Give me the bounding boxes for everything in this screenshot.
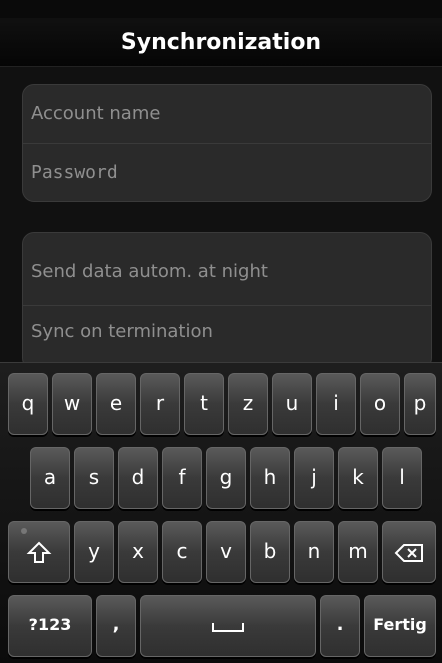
key-o[interactable]: o: [360, 373, 400, 435]
done-key[interactable]: Fertig: [364, 595, 436, 657]
key-f[interactable]: f: [162, 447, 202, 509]
sync-on-termination-option[interactable]: Sync on termination: [23, 303, 431, 361]
key-h[interactable]: h: [250, 447, 290, 509]
key-g[interactable]: g: [206, 447, 246, 509]
key-u[interactable]: u: [272, 373, 312, 435]
sync-screen: Synchronization Account name Password Se…: [0, 0, 442, 663]
status-strip: [0, 0, 442, 18]
key-t[interactable]: t: [184, 373, 224, 435]
backspace-icon: [394, 543, 424, 563]
key-b[interactable]: b: [250, 521, 290, 583]
key-e[interactable]: e: [96, 373, 136, 435]
key-r[interactable]: r: [140, 373, 180, 435]
shift-icon: [26, 540, 52, 566]
key-j[interactable]: j: [294, 447, 334, 509]
key-n[interactable]: n: [294, 521, 334, 583]
key-v[interactable]: v: [206, 521, 246, 583]
key-c[interactable]: c: [162, 521, 202, 583]
key-p[interactable]: p: [404, 373, 436, 435]
title-bar: Synchronization: [0, 0, 442, 67]
key-i[interactable]: i: [316, 373, 356, 435]
key-k[interactable]: k: [338, 447, 378, 509]
key-d[interactable]: d: [118, 447, 158, 509]
mode-switch-key[interactable]: ?123: [8, 595, 92, 657]
key-y[interactable]: y: [74, 521, 114, 583]
page-title: Synchronization: [120, 30, 322, 55]
key-s[interactable]: s: [74, 447, 114, 509]
key-a[interactable]: a: [30, 447, 70, 509]
key-x[interactable]: x: [118, 521, 158, 583]
password-input[interactable]: Password: [23, 144, 431, 201]
account-name-input[interactable]: Account name: [23, 85, 431, 143]
send-data-night-option[interactable]: Send data autom. at night: [23, 243, 431, 301]
key-m[interactable]: m: [338, 521, 378, 583]
soft-keyboard: q w e r t z u i o p a s d f g h j k l y …: [0, 362, 442, 663]
key-z[interactable]: z: [228, 373, 268, 435]
key-w[interactable]: w: [52, 373, 92, 435]
shift-key[interactable]: [8, 521, 70, 583]
key-q[interactable]: q: [8, 373, 48, 435]
key-l[interactable]: l: [382, 447, 422, 509]
backspace-key[interactable]: [382, 521, 436, 583]
period-key[interactable]: .: [320, 595, 360, 657]
space-key[interactable]: [140, 595, 316, 657]
shift-indicator: [21, 528, 27, 534]
comma-key[interactable]: ,: [96, 595, 136, 657]
account-panel: Account name Password: [22, 84, 432, 202]
space-icon: [211, 621, 245, 633]
sync-options-panel: Send data autom. at night Sync on termin…: [22, 232, 432, 370]
